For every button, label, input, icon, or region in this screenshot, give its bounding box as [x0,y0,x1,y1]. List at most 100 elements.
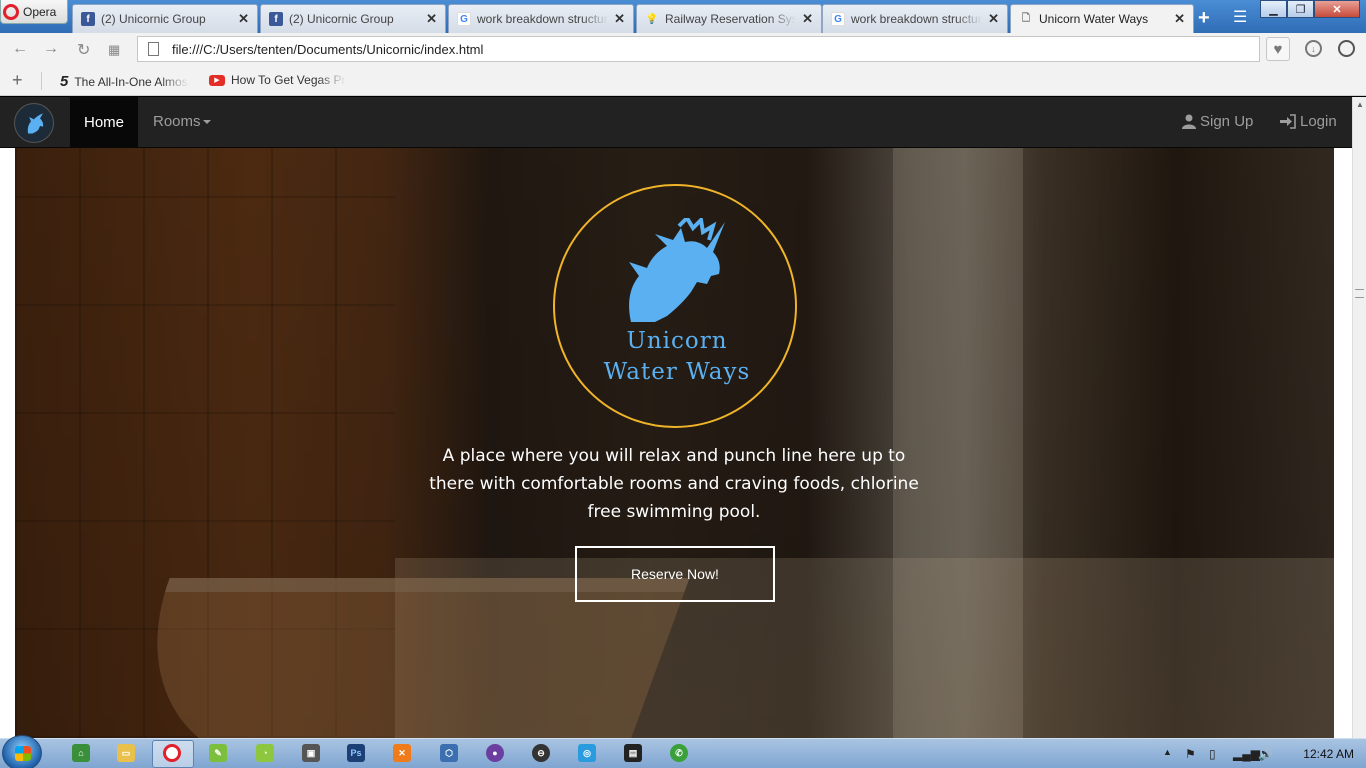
nav-home-link[interactable]: Home [70,97,138,148]
notepad-icon[interactable]: ✎ [209,744,227,762]
youtube-icon: ▶ [209,74,225,86]
maximize-icon[interactable]: ❐ [1287,0,1314,18]
tab-title: work breakdown structur [477,12,608,26]
cube-icon[interactable]: ⬡ [440,744,458,762]
brand-line-1: Unicorn [626,328,728,354]
bookmark-item[interactable]: ▶ How To Get Vegas Pr [209,73,346,87]
unicorn-logo-icon [27,113,44,134]
page-scrollbar[interactable]: ▲ [1352,97,1366,738]
windows-taskbar: ⌂ ▭ ✎ ◔ ▣ Ps ✕ ⬡ ● ⊖ ◎ ▤ ✆ ▲ ⚑ ▯ ▂▄▆ 🔊 1… [0,735,1366,768]
minimize-icon[interactable]: ▁ [1260,0,1287,18]
google-icon: G [831,12,845,26]
page-viewport: Home Rooms Sign Up Login Unicorn Water W… [0,97,1352,738]
new-tab-icon[interactable]: + [1198,7,1210,30]
bookmark-label: The All-In-One Almos [74,74,188,89]
close-window-icon[interactable]: ✕ [1314,0,1360,18]
download-icon[interactable]: ↓ [1305,40,1322,57]
android-icon[interactable]: ◔ [256,744,274,762]
tab-title: work breakdown structur [851,12,982,26]
close-tab-icon[interactable]: ✕ [988,11,999,27]
heart-icon[interactable]: ♥ [1266,37,1290,61]
window-app-icon[interactable]: ▤ [624,744,642,762]
folder-icon[interactable]: ▭ [117,744,135,762]
hero-tagline: A place where you will relax and punch l… [429,446,919,522]
device-icon[interactable]: ▯ [1209,747,1216,761]
browser-tab[interactable]: f (2) Unicornic Group ✕ [260,4,446,33]
url-field[interactable]: file:///C:/Users/tenten/Documents/Unicor… [137,36,1260,62]
photoshop-icon[interactable]: Ps [347,744,365,762]
browser-tab[interactable]: 💡 Railway Reservation Syste ✕ [636,4,822,33]
brand-line-2: Water Ways [603,359,751,385]
windows-logo-icon [15,746,31,761]
login-icon [1280,114,1296,129]
caret-down-icon [202,120,211,125]
tab-title: Unicorn Water Ways [1039,12,1149,26]
speed-dial-icon[interactable]: ▦ [108,42,120,58]
back-icon[interactable]: ← [12,40,28,58]
signup-label: Sign Up [1200,113,1254,130]
user-icon[interactable] [1338,40,1355,57]
site-logo[interactable] [14,103,54,143]
media-icon[interactable]: ▣ [302,744,320,762]
browser-tab[interactable]: G work breakdown structur ✕ [822,4,1008,33]
disc-icon[interactable]: ⊖ [532,744,550,762]
app-icon-green[interactable]: ⌂ [72,744,90,762]
rooms-label: Rooms [153,113,201,130]
opera-logo-icon [3,3,19,20]
chat-icon[interactable]: ✆ [670,744,688,762]
volume-icon[interactable]: 🔊 [1258,747,1273,761]
nav-rooms-dropdown[interactable]: Rooms [153,113,211,130]
hero-background-counter [100,578,690,738]
browser-tab-active[interactable]: 🗋 Unicorn Water Ways ✕ [1010,4,1194,33]
forward-icon[interactable]: → [43,40,59,58]
reload-icon[interactable]: ↻ [77,40,90,60]
tab-title: (2) Unicornic Group [101,12,206,26]
facebook-icon: f [269,12,283,26]
opera-label: Opera [23,4,57,19]
site-navbar: Home Rooms Sign Up Login [0,97,1352,148]
close-tab-icon[interactable]: ✕ [802,11,813,27]
add-bookmark-icon[interactable]: + [12,70,23,91]
unicorn-head-icon [629,218,725,322]
google-icon: G [457,12,471,26]
close-tab-icon[interactable]: ✕ [614,11,625,27]
login-link[interactable]: Login [1280,113,1337,130]
opera-icon[interactable] [163,744,181,762]
hero-section: Unicorn Water Ways A place where you wil… [15,148,1334,738]
url-text: file:///C:/Users/tenten/Documents/Unicor… [172,41,484,57]
tab-menu-icon[interactable]: ☰ [1233,7,1247,27]
signup-link[interactable]: Sign Up [1182,113,1253,130]
bookmarks-bar: + 5 The All-In-One Almos ▶ How To Get Ve… [0,65,1366,96]
bookmark-separator [41,72,42,90]
window-controls: ▁ ❐ ✕ [1260,0,1360,18]
address-bar: ← → ↻ ▦ file:///C:/Users/tenten/Document… [0,33,1366,65]
scroll-thumb[interactable] [1355,289,1364,298]
close-tab-icon[interactable]: ✕ [426,11,437,27]
reserve-now-button[interactable]: Reserve Now! [575,546,775,602]
flag-icon[interactable]: ⚑ [1185,747,1196,761]
close-tab-icon[interactable]: ✕ [238,11,249,27]
bulb-icon: 💡 [645,13,659,25]
opera-menu-button[interactable]: Opera [0,0,68,24]
bookmark-item[interactable]: 5 The All-In-One Almos [60,73,189,90]
camera-icon[interactable]: ◎ [578,744,596,762]
close-tab-icon[interactable]: ✕ [1174,11,1185,27]
login-label: Login [1300,113,1337,130]
document-icon [148,42,159,56]
start-button[interactable] [2,735,42,768]
browser-tab[interactable]: f (2) Unicornic Group ✕ [72,4,258,33]
tab-title: Railway Reservation Syste [665,12,797,26]
browser-tab[interactable]: G work breakdown structur ✕ [448,4,634,33]
signal-icon[interactable]: ▂▄▆ [1233,747,1260,761]
scroll-up-icon[interactable]: ▲ [1353,97,1366,111]
tab-title: (2) Unicornic Group [289,12,394,26]
tray-expand-icon[interactable]: ▲ [1163,747,1172,757]
facebook-icon: f [81,12,95,26]
bookmark-label: How To Get Vegas Pr [231,73,346,87]
page-icon: 🗋 [1021,12,1031,24]
purple-app-icon[interactable]: ● [486,744,504,762]
taskbar-clock[interactable]: 12:42 AM [1303,747,1354,761]
browser-tab-strip: Opera f (2) Unicornic Group ✕ f (2) Unic… [0,0,1366,33]
five-icon: 5 [60,73,69,90]
xampp-icon[interactable]: ✕ [393,744,411,762]
